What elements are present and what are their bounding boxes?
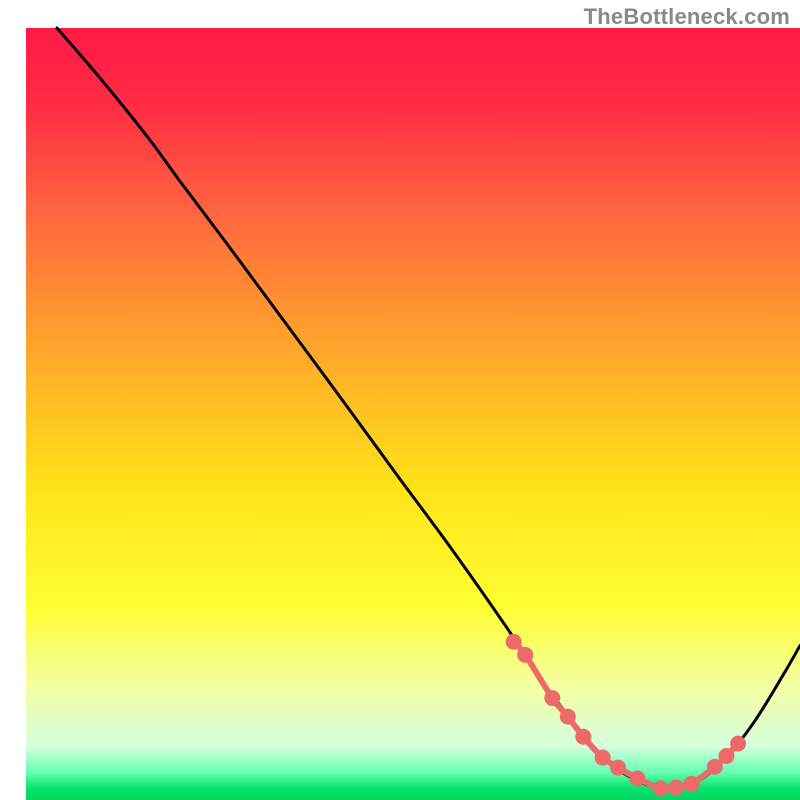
marker-sweet-spot-markers (595, 750, 611, 766)
marker-sweet-spot-markers (544, 690, 560, 706)
chart-background (26, 28, 800, 800)
bottleneck-chart (0, 0, 800, 800)
marker-sweet-spot-markers (560, 709, 576, 725)
marker-sweet-spot-markers (730, 736, 746, 752)
marker-sweet-spot-markers (684, 776, 700, 792)
marker-sweet-spot-markers (506, 634, 522, 650)
marker-sweet-spot-markers (718, 748, 734, 764)
marker-sweet-spot-markers (517, 647, 533, 663)
marker-sweet-spot-markers (610, 760, 626, 776)
marker-sweet-spot-markers (629, 770, 645, 786)
marker-sweet-spot-markers (668, 780, 684, 796)
marker-sweet-spot-markers (653, 780, 669, 796)
marker-sweet-spot-markers (575, 729, 591, 745)
